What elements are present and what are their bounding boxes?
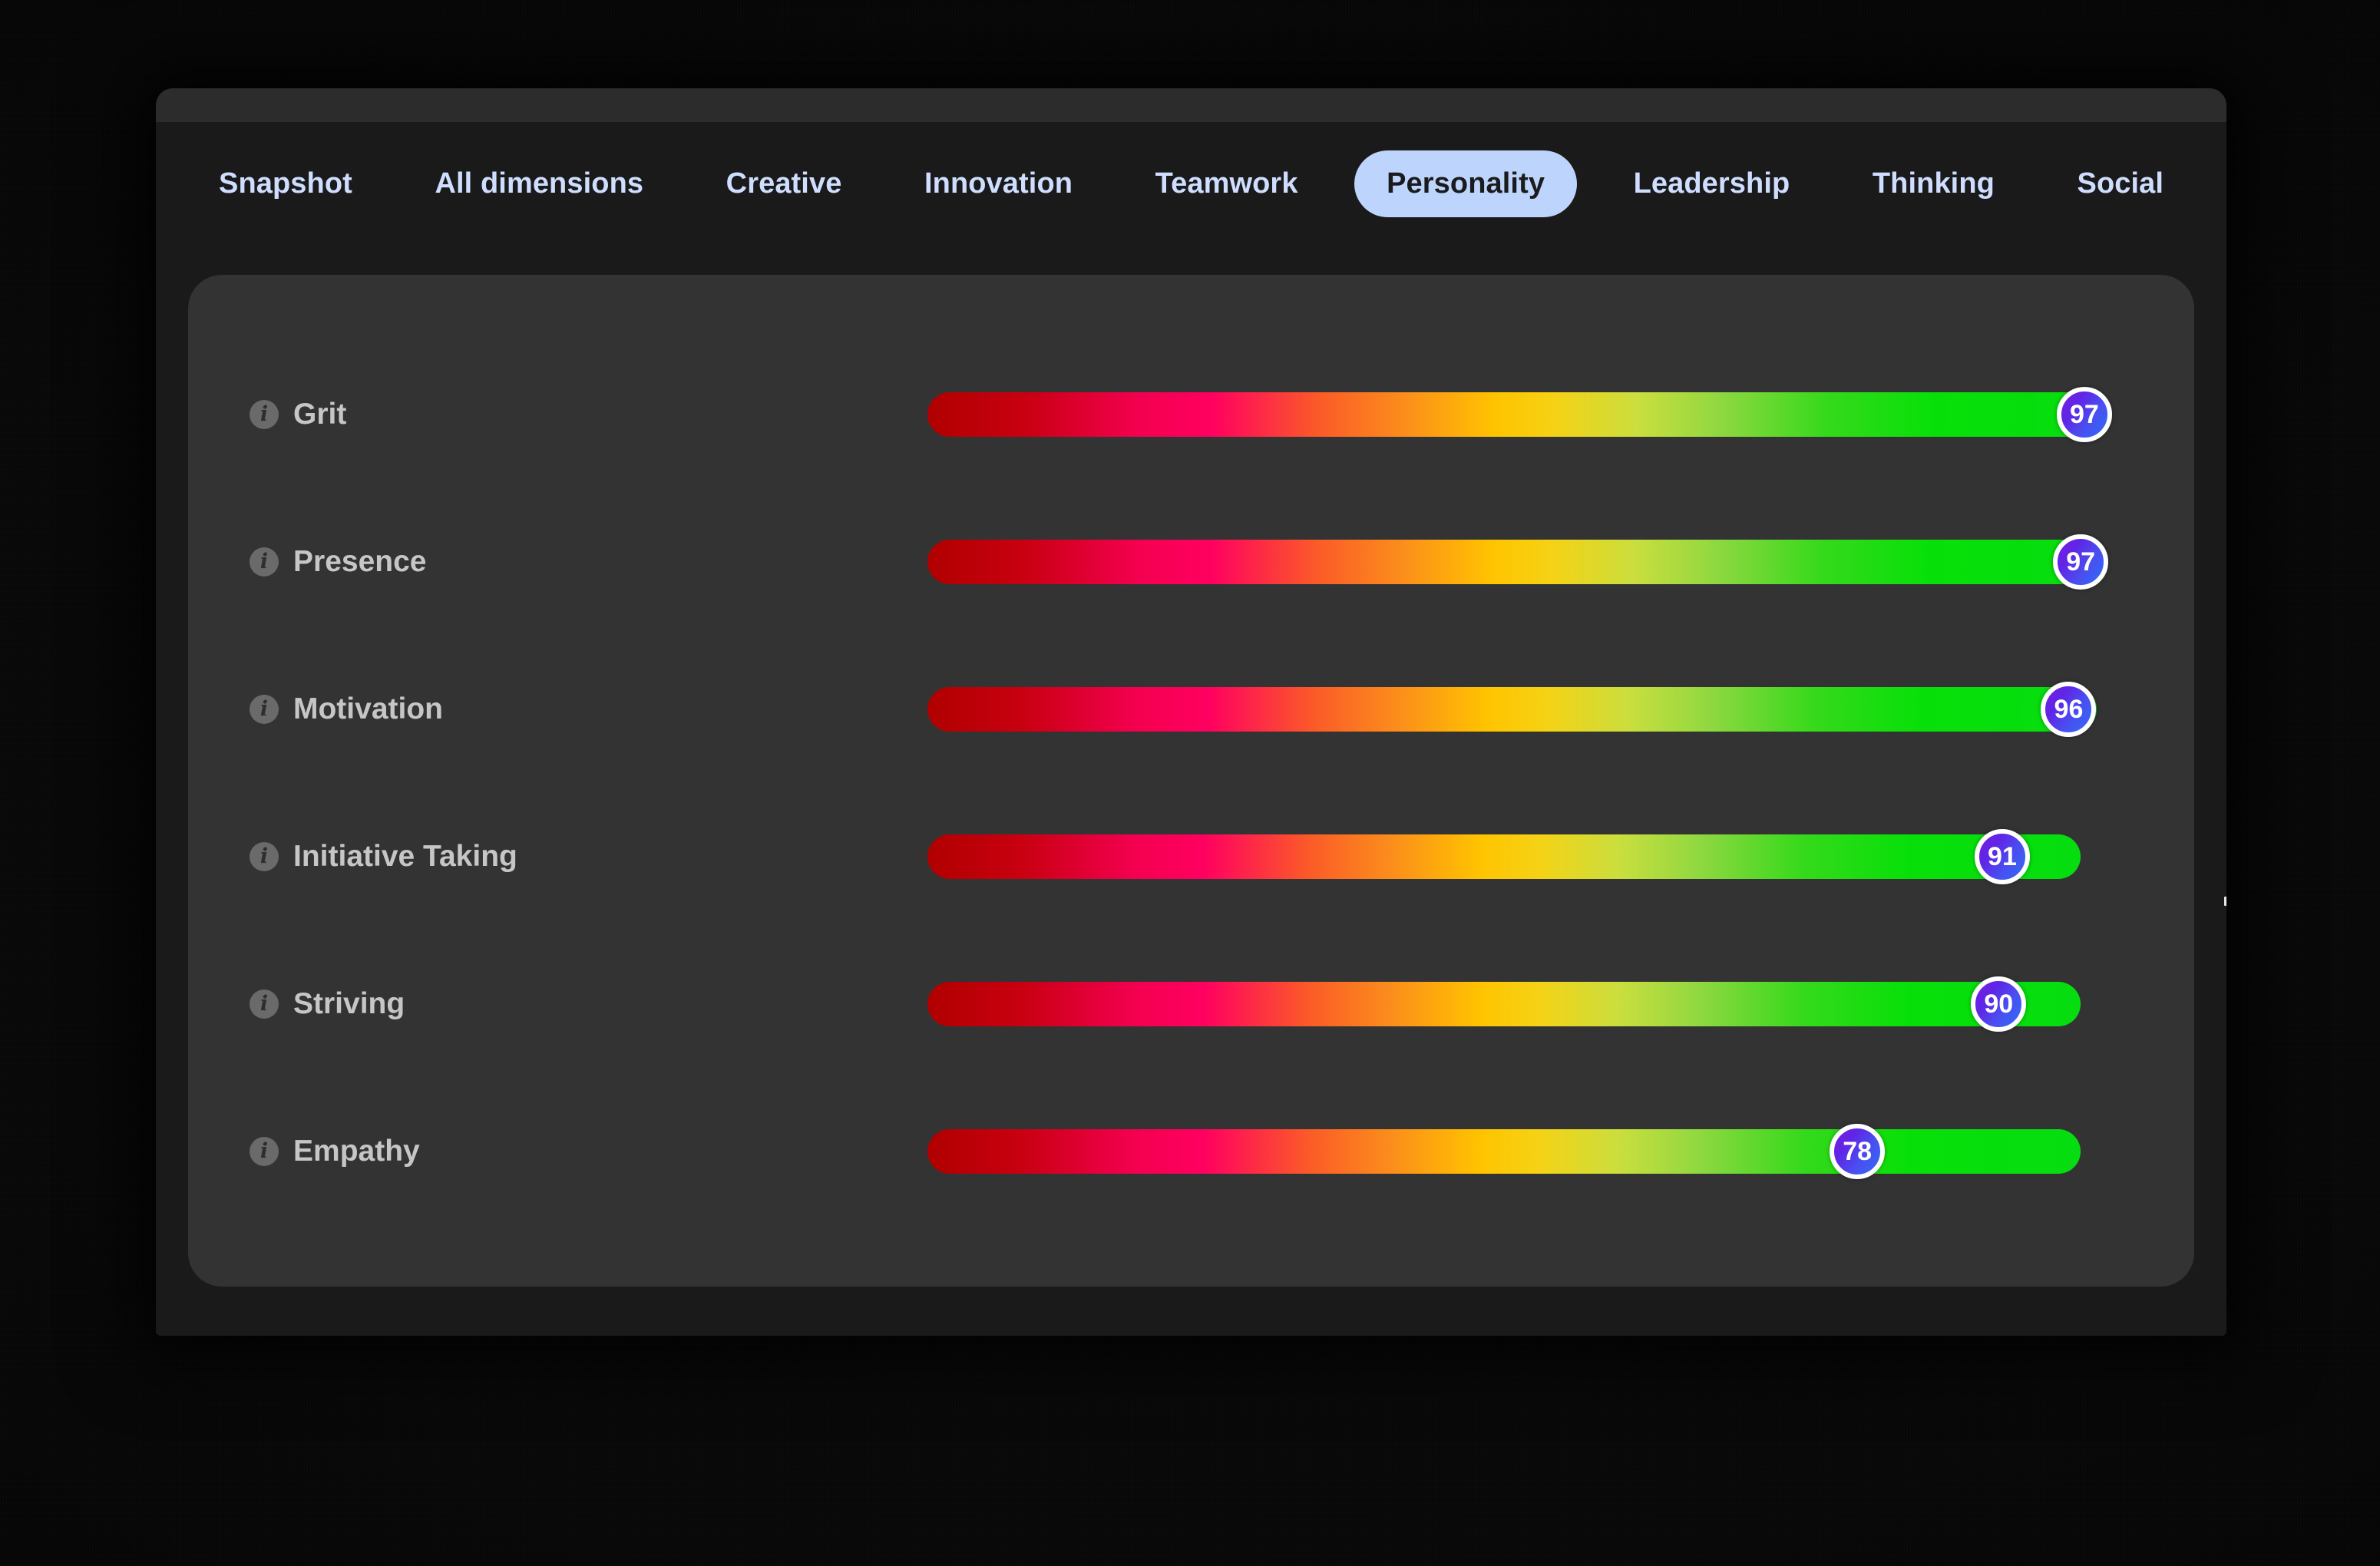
score-bar-gradient: 91 xyxy=(927,829,2081,884)
info-icon[interactable]: i xyxy=(250,400,279,429)
info-icon-glyph: i xyxy=(259,844,269,868)
info-icon-glyph: i xyxy=(259,401,269,426)
score-badge[interactable]: 97 xyxy=(2056,387,2112,442)
tab-thinking[interactable]: Thinking xyxy=(1846,152,2021,216)
score-badge[interactable]: 96 xyxy=(2041,682,2097,737)
tab-personality[interactable]: Personality xyxy=(1354,150,1578,217)
scroll-edge-indicator[interactable] xyxy=(2224,897,2226,906)
info-icon[interactable]: i xyxy=(250,695,279,724)
score-bar-gradient: 78 xyxy=(927,1124,2081,1179)
score-bar-gradient: 97 xyxy=(927,534,2109,590)
dimension-name: Presence xyxy=(293,545,427,578)
dimension-label-group: i Motivation xyxy=(250,692,664,726)
score-badge[interactable]: 97 xyxy=(2053,534,2109,590)
personality-scores-card: i Grit 97 i Presence 97 i Motivation 96 i Initiati… xyxy=(188,275,2194,1287)
score-bar-track: 90 xyxy=(927,976,2135,1032)
tab-innovation[interactable]: Innovation xyxy=(898,152,1099,216)
score-row: i Motivation 96 xyxy=(188,636,2194,783)
dimension-tab-bar[interactable]: Snapshot All dimensions Creative Innovation… xyxy=(156,122,2226,246)
tab-all-dimensions[interactable]: All dimensions xyxy=(408,152,669,216)
dimension-label-group: i Striving xyxy=(250,987,664,1021)
window-title-bar xyxy=(156,88,2226,122)
score-bar-gradient: 90 xyxy=(927,976,2081,1032)
dimension-label-group: i Presence xyxy=(250,545,664,579)
tab-leadership[interactable]: Leadership xyxy=(1608,152,1816,216)
info-icon-glyph: i xyxy=(259,991,269,1016)
score-row-list: i Grit 97 i Presence 97 i Motivation 96 i Initiati… xyxy=(188,275,2194,1225)
score-bar-track: 78 xyxy=(927,1124,2135,1179)
app-window: Snapshot All dimensions Creative Innovation… xyxy=(156,88,2226,1336)
dimension-name: Initiative Taking xyxy=(293,840,517,873)
dimension-name: Striving xyxy=(293,987,405,1020)
tab-social[interactable]: Social xyxy=(2051,152,2190,216)
score-badge[interactable]: 91 xyxy=(1974,829,2030,884)
info-icon[interactable]: i xyxy=(250,1137,279,1166)
info-icon[interactable]: i xyxy=(250,989,279,1019)
tab-creative[interactable]: Creative xyxy=(700,152,868,216)
score-badge[interactable]: 78 xyxy=(1830,1124,1886,1179)
tab-teamwork[interactable]: Teamwork xyxy=(1129,152,1324,216)
score-row: i Striving 90 xyxy=(188,930,2194,1078)
score-bar-track: 97 xyxy=(927,534,2135,590)
score-bar-track: 97 xyxy=(927,387,2135,442)
score-row: i Initiative Taking 91 xyxy=(188,783,2194,930)
score-bar-gradient: 97 xyxy=(927,387,2112,442)
dimension-name: Empathy xyxy=(293,1135,420,1168)
tab-snapshot[interactable]: Snapshot xyxy=(193,152,378,216)
dimension-label-group: i Initiative Taking xyxy=(250,840,664,874)
info-icon[interactable]: i xyxy=(250,842,279,871)
dimension-name: Grit xyxy=(293,398,347,431)
score-bar-track: 96 xyxy=(927,682,2135,737)
score-row: i Empathy 78 xyxy=(188,1078,2194,1225)
info-icon-glyph: i xyxy=(259,1138,269,1163)
dimension-name: Motivation xyxy=(293,692,443,725)
score-bar-track: 91 xyxy=(927,829,2135,884)
info-icon[interactable]: i xyxy=(250,547,279,577)
score-row: i Presence 97 xyxy=(188,488,2194,636)
dimension-label-group: i Grit xyxy=(250,398,664,431)
info-icon-glyph: i xyxy=(259,549,269,573)
dimension-label-group: i Empathy xyxy=(250,1135,664,1168)
score-bar-gradient: 96 xyxy=(927,682,2097,737)
score-badge[interactable]: 90 xyxy=(1971,976,2027,1032)
score-row: i Grit 97 xyxy=(188,341,2194,488)
info-icon-glyph: i xyxy=(259,696,269,721)
